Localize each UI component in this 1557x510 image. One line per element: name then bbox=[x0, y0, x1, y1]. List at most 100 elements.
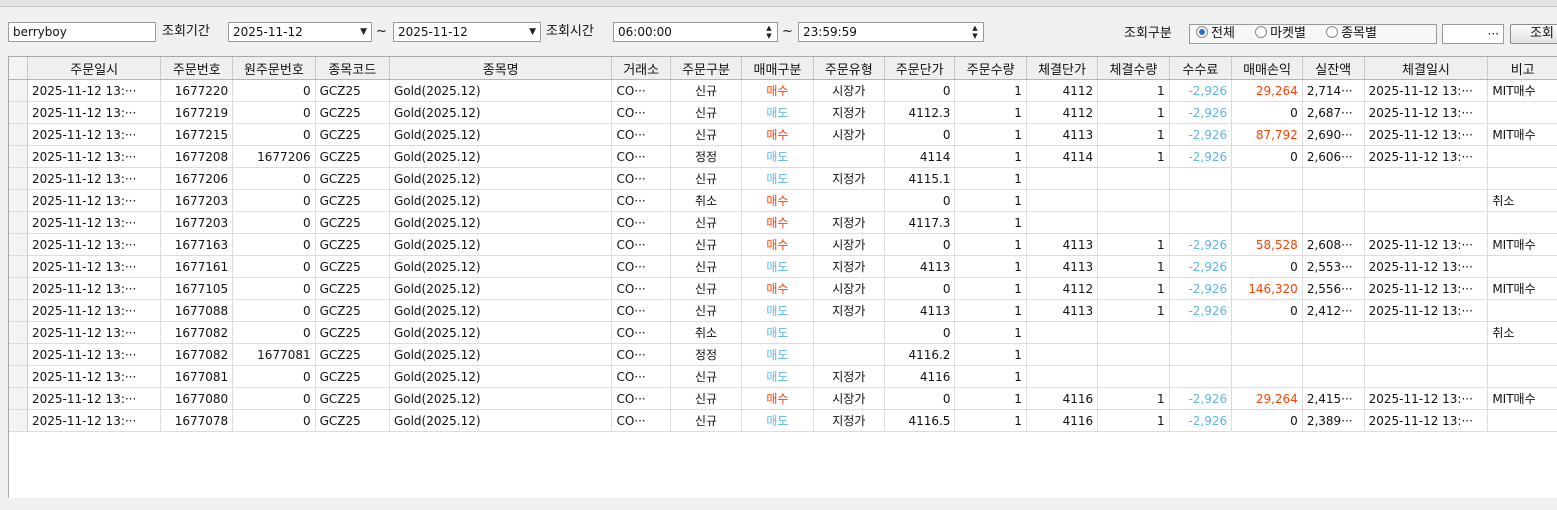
column-header[interactable]: 주문단가 bbox=[884, 57, 956, 80]
spinner-arrows-icon[interactable]: ▲ ▼ bbox=[764, 24, 774, 40]
column-header[interactable]: 수수료 bbox=[1169, 57, 1233, 80]
table-cell: 신규 bbox=[670, 387, 743, 410]
table-cell bbox=[1364, 189, 1489, 212]
table-cell bbox=[813, 343, 886, 366]
table-cell: 1 bbox=[1097, 299, 1170, 322]
radio-by-symbol[interactable]: 종목별 bbox=[1326, 26, 1377, 41]
date-to-value: 2025-11-12 bbox=[398, 25, 468, 39]
table-cell: 지정가 bbox=[813, 365, 886, 388]
table-row[interactable]: 2025-11-12 13:··· 1677215 0 GCZ25 Gold(2025.… bbox=[9, 123, 1557, 146]
table-cell: 0 bbox=[884, 277, 956, 300]
table-cell: Gold(2025.12) bbox=[389, 145, 613, 168]
table-cell: 29,264 bbox=[1231, 79, 1303, 102]
order-history-grid: 주문일시 주문번호 원주문번호 종목코드 종목명 거래소 주문구분 매매구분 주문유형 주문단가 주… bbox=[8, 56, 1557, 499]
column-header[interactable]: 매매구분 bbox=[741, 57, 814, 80]
table-cell: 4113 bbox=[884, 255, 956, 278]
table-cell: 2025-11-12 13:··· bbox=[1364, 299, 1489, 322]
column-header[interactable]: 주문번호 bbox=[160, 57, 234, 80]
row-header-cell[interactable] bbox=[9, 123, 28, 146]
column-header[interactable]: 원주문번호 bbox=[232, 57, 316, 80]
table-cell bbox=[1302, 211, 1365, 234]
column-header[interactable]: 체결수량 bbox=[1097, 57, 1170, 80]
table-cell: 1677163 bbox=[160, 233, 234, 256]
table-row[interactable]: 2025-11-12 13:··· 1677082 0 GCZ25 Gold(2025.… bbox=[9, 321, 1557, 344]
table-cell: 1 bbox=[1097, 387, 1170, 410]
table-cell: 취소 bbox=[1487, 321, 1557, 344]
column-header[interactable]: 비고 bbox=[1487, 57, 1557, 80]
table-cell: 1677081 bbox=[232, 343, 316, 366]
column-header[interactable]: 실잔액 bbox=[1302, 57, 1365, 80]
row-header-cell[interactable] bbox=[9, 321, 28, 344]
spinner-arrows-icon[interactable]: ▲ ▼ bbox=[970, 24, 980, 40]
row-header-cell[interactable] bbox=[9, 145, 28, 168]
table-cell: 2025-11-12 13:··· bbox=[27, 387, 162, 410]
date-from-picker[interactable]: 2025-11-12 ▼ bbox=[228, 22, 372, 42]
table-cell bbox=[1364, 321, 1489, 344]
row-header-cell[interactable] bbox=[9, 365, 28, 388]
time-from-spinner[interactable]: 06:00:00 ▲ ▼ bbox=[613, 22, 778, 42]
table-cell: 1 bbox=[1097, 79, 1170, 102]
table-cell: 2025-11-12 13:··· bbox=[27, 233, 162, 256]
column-header[interactable]: 주문구분 bbox=[670, 57, 743, 80]
column-header[interactable]: 체결일시 bbox=[1364, 57, 1489, 80]
row-header-cell[interactable] bbox=[9, 167, 28, 190]
row-header-cell[interactable] bbox=[9, 299, 28, 322]
table-cell: CO··· bbox=[611, 277, 671, 300]
table-row[interactable]: 2025-11-12 13:··· 1677208 1677206 GCZ25 Gold… bbox=[9, 145, 1557, 168]
table-cell: Gold(2025.12) bbox=[389, 255, 613, 278]
row-header-cell[interactable] bbox=[9, 233, 28, 256]
time-to-spinner[interactable]: 23:59:59 ▲ ▼ bbox=[798, 22, 984, 42]
table-row[interactable]: 2025-11-12 13:··· 1677105 0 GCZ25 Gold(2025.… bbox=[9, 277, 1557, 300]
row-header-cell[interactable] bbox=[9, 409, 28, 432]
column-header[interactable]: 주문수량 bbox=[954, 57, 1027, 80]
table-row[interactable]: 2025-11-12 13:··· 1677220 0 GCZ25 Gold(2025.… bbox=[9, 79, 1557, 102]
column-header[interactable]: 종목코드 bbox=[315, 57, 390, 80]
column-header[interactable]: 종목명 bbox=[389, 57, 613, 80]
table-row[interactable]: 2025-11-12 13:··· 1677161 0 GCZ25 Gold(2025.… bbox=[9, 255, 1557, 278]
table-cell: 지정가 bbox=[813, 211, 886, 234]
row-header-cell[interactable] bbox=[9, 387, 28, 410]
table-row[interactable]: 2025-11-12 13:··· 1677081 0 GCZ25 Gold(2025.… bbox=[9, 365, 1557, 388]
table-cell bbox=[1097, 343, 1170, 366]
radio-all[interactable]: 전체 bbox=[1196, 26, 1235, 41]
row-header-cell[interactable] bbox=[9, 79, 28, 102]
radio-by-market[interactable]: 마켓별 bbox=[1255, 26, 1306, 41]
chevron-down-icon[interactable]: ▼ bbox=[529, 23, 536, 41]
table-cell bbox=[1487, 409, 1557, 432]
row-header-cell[interactable] bbox=[9, 255, 28, 278]
table-row[interactable]: 2025-11-12 13:··· 1677082 1677081 GCZ25 Gold… bbox=[9, 343, 1557, 366]
table-row[interactable]: 2025-11-12 13:··· 1677203 0 GCZ25 Gold(2025.… bbox=[9, 211, 1557, 234]
column-header[interactable]: 주문유형 bbox=[813, 57, 886, 80]
column-header[interactable]: 체결단가 bbox=[1026, 57, 1099, 80]
row-header-cell[interactable] bbox=[9, 343, 28, 366]
symbol-picker-button[interactable]: ··· bbox=[1442, 24, 1504, 44]
column-header[interactable]: 주문일시 bbox=[27, 57, 162, 80]
table-row[interactable]: 2025-11-12 13:··· 1677080 0 GCZ25 Gold(2025.… bbox=[9, 387, 1557, 410]
column-header[interactable]: 거래소 bbox=[611, 57, 671, 80]
table-cell: 매도 bbox=[741, 101, 814, 124]
table-row[interactable]: 2025-11-12 13:··· 1677219 0 GCZ25 Gold(2025.… bbox=[9, 101, 1557, 124]
table-row[interactable]: 2025-11-12 13:··· 1677163 0 GCZ25 Gold(2025.… bbox=[9, 233, 1557, 256]
table-cell: 1 bbox=[954, 145, 1027, 168]
row-header-cell[interactable] bbox=[9, 101, 28, 124]
table-cell: CO··· bbox=[611, 123, 671, 146]
row-header-cell[interactable] bbox=[9, 189, 28, 212]
table-cell: CO··· bbox=[611, 321, 671, 344]
table-cell: 0 bbox=[1231, 299, 1303, 322]
date-to-picker[interactable]: 2025-11-12 ▼ bbox=[393, 22, 541, 42]
table-row[interactable]: 2025-11-12 13:··· 1677088 0 GCZ25 Gold(2025.… bbox=[9, 299, 1557, 322]
table-row[interactable]: 2025-11-12 13:··· 1677078 0 GCZ25 Gold(2025.… bbox=[9, 409, 1557, 432]
table-cell: 2025-11-12 13:··· bbox=[1364, 79, 1489, 102]
table-cell: 정정 bbox=[670, 145, 743, 168]
table-row[interactable]: 2025-11-12 13:··· 1677203 0 GCZ25 Gold(2025.… bbox=[9, 189, 1557, 212]
row-header-cell[interactable] bbox=[9, 211, 28, 234]
table-cell: -2,926 bbox=[1169, 79, 1233, 102]
column-header[interactable]: 매매손익 bbox=[1231, 57, 1303, 80]
chevron-down-icon[interactable]: ▼ bbox=[360, 23, 367, 41]
account-input[interactable]: berryboy bbox=[8, 22, 156, 42]
row-header-cell[interactable] bbox=[9, 277, 28, 300]
table-row[interactable]: 2025-11-12 13:··· 1677206 0 GCZ25 Gold(2025.… bbox=[9, 167, 1557, 190]
table-cell: 2025-11-12 13:··· bbox=[1364, 255, 1489, 278]
search-button[interactable]: 조회 bbox=[1510, 24, 1557, 44]
table-cell: 2025-11-12 13:··· bbox=[27, 365, 162, 388]
